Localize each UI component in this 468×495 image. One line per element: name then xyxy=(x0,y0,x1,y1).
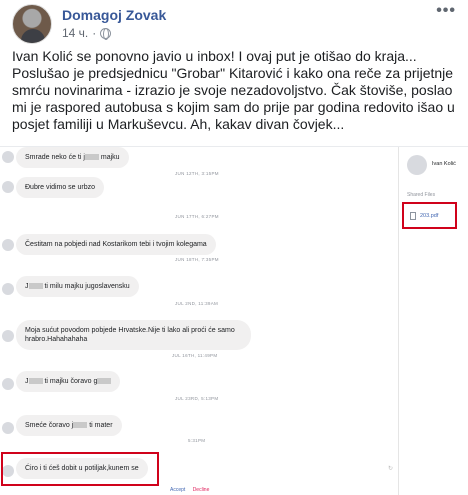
sender-avatar xyxy=(2,378,14,390)
post-time[interactable]: 14 ч. xyxy=(62,26,88,40)
redaction xyxy=(73,422,88,429)
more-options-icon[interactable]: ••• xyxy=(436,2,456,20)
sender-avatar xyxy=(2,181,14,193)
post-header: Domagoj Zovak 14 ч. · ••• xyxy=(0,0,468,44)
timestamp: JUN 18TH, 7:35PM xyxy=(175,257,219,262)
sender-avatar xyxy=(2,283,14,295)
meta-separator: · xyxy=(92,26,97,40)
refresh-icon: ↻ xyxy=(388,466,394,472)
message-bubble: Đubre vidimo se urbzo xyxy=(16,177,105,198)
redaction xyxy=(84,154,99,161)
conversation-sidebar: Ivan Kolić Shared Files 203.pdf xyxy=(398,147,468,495)
message-bubble: Smeće čoravo j ti mater xyxy=(16,415,122,436)
chat-thread: Smrade neko će ti j majku JUN 12TH, 3:15… xyxy=(0,147,398,495)
contact-name: Ivan Kolić xyxy=(432,161,456,167)
author-avatar[interactable] xyxy=(12,4,52,44)
shared-file-highlight: 203.pdf xyxy=(402,202,457,229)
redaction xyxy=(28,378,43,385)
decline-button[interactable]: Decline xyxy=(193,487,210,493)
redaction xyxy=(28,283,43,290)
message-bubble: Čestitam na pobjedi nad Kostarikom tebi … xyxy=(16,234,216,255)
sender-avatar xyxy=(2,239,14,251)
sender-avatar xyxy=(2,330,14,342)
accept-button[interactable]: Accept xyxy=(170,487,185,493)
timestamp: JUL 2ND, 11:39AM xyxy=(175,301,219,306)
message-bubble: Moja sućut povodom pobjede Hrvatske.Nije… xyxy=(16,320,251,350)
contact-avatar xyxy=(407,155,427,175)
pdf-file-icon xyxy=(410,212,416,220)
shared-file-link[interactable]: 203.pdf xyxy=(420,213,438,219)
messenger-screenshot[interactable]: Smrade neko će ti j majku JUN 12TH, 3:15… xyxy=(0,146,468,495)
request-actions: Accept Decline xyxy=(170,487,215,493)
timestamp: JUN 12TH, 3:15PM xyxy=(175,171,219,176)
post-meta: 14 ч. · xyxy=(62,26,112,40)
post-text: Ivan Kolić se ponovno javio u inbox! I o… xyxy=(12,48,455,132)
timestamp: JUL 23RD, 5:13PM xyxy=(175,396,219,401)
timestamp: 5:31PM xyxy=(188,438,206,443)
shared-files-label: Shared Files xyxy=(407,192,436,198)
timestamp: JUL 16TH, 11:49PM xyxy=(172,353,218,358)
timestamp: JUN 17TH, 6:27PM xyxy=(175,214,219,219)
message-bubble: Smrade neko će ti j majku xyxy=(16,147,129,168)
globe-icon[interactable] xyxy=(100,27,112,40)
message-bubble: J ti milu majku jugoslavensku xyxy=(16,276,139,297)
message-bubble: J ti majku čoravo g xyxy=(16,371,121,392)
sender-avatar xyxy=(2,422,14,434)
redaction xyxy=(97,378,112,385)
sender-avatar xyxy=(2,151,14,163)
highlight-box xyxy=(1,452,159,486)
author-name[interactable]: Domagoj Zovak xyxy=(62,7,166,23)
